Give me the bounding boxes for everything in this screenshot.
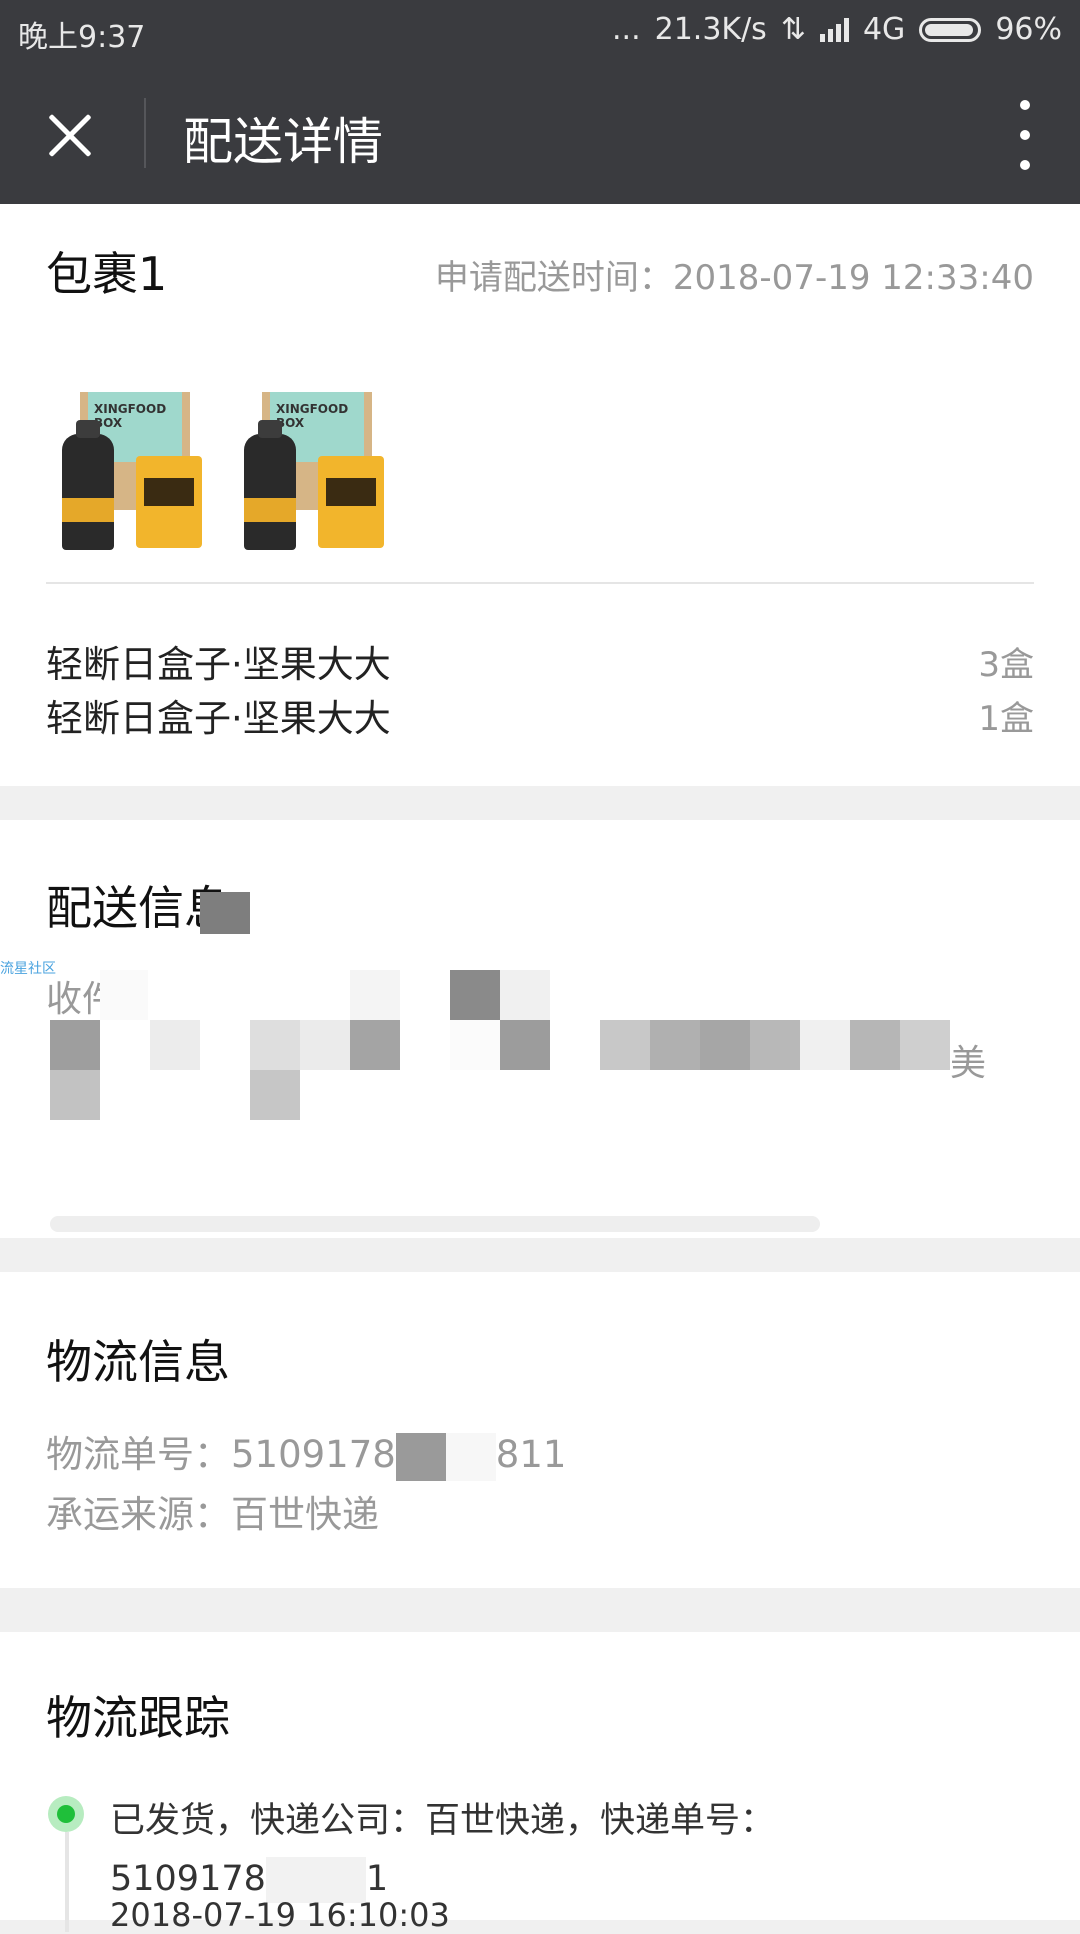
product-images: XINGFOOD BOX XINGFOOD BOX	[50, 344, 392, 550]
tracking-event: 已发货，快递公司：百世快递，快递单号： 5109178 1	[110, 1792, 1010, 1908]
title-divider	[144, 98, 146, 168]
list-item: 轻断日盒子·坚果大大 1盒	[46, 688, 1034, 742]
item-qty: 1盒	[978, 698, 1034, 739]
tracking-event-text: 已发货，快递公司：百世快递，快递单号：	[110, 1801, 776, 1841]
apply-time-label: 申请配送时间：	[434, 258, 673, 298]
tracking-card: 物流跟踪 已发货，快递公司：百世快递，快递单号： 5109178 1 2018-0…	[0, 1632, 1080, 1934]
list-item: 轻断日盒子·坚果大大 3盒	[46, 634, 1034, 688]
carrier-value: 百世快递	[231, 1493, 379, 1536]
apply-time-value: 2018-07-19 12:33:40	[672, 258, 1034, 298]
package-card: 包裹1 申请配送时间：2018-07-19 12:33:40 XINGFOOD …	[0, 204, 1080, 786]
signal-icon	[819, 17, 849, 42]
battery-level: 96%	[995, 12, 1062, 47]
product-image[interactable]: XINGFOOD BOX	[232, 344, 392, 550]
status-dots: ...	[612, 12, 641, 47]
carrier-label: 承运来源：	[46, 1493, 231, 1536]
section-title: 物流信息	[46, 1335, 230, 1389]
section-title: 物流跟踪	[46, 1691, 230, 1745]
receiver-text-tail: 美	[950, 1043, 987, 1084]
tracking-event-time: 2018-07-19 16:10:03	[110, 1896, 450, 1934]
event-number-suffix: 1	[365, 1859, 389, 1899]
data-transfer-icon: ⇅	[780, 12, 806, 47]
item-list: 轻断日盒子·坚果大大 3盒 轻断日盒子·坚果大大 1盒	[46, 634, 1034, 742]
status-dot-icon	[48, 1796, 84, 1832]
status-time: 晚上9:37	[18, 20, 146, 55]
tracking-number-prefix: 5109178	[231, 1433, 396, 1476]
tracking-number-label: 物流单号：	[46, 1433, 231, 1476]
tracking-number-row: 物流单号：5109178 811	[46, 1424, 566, 1481]
package-title: 包裹1	[46, 247, 168, 301]
product-image[interactable]: XINGFOOD BOX	[50, 344, 210, 550]
delivery-card: 配送信息 流星社区 收件 美	[0, 820, 1080, 1238]
redacted-block	[200, 892, 250, 934]
logistics-card: 物流信息 物流单号：5109178 811 承运来源：百世快递	[0, 1272, 1080, 1588]
close-icon[interactable]	[38, 100, 108, 170]
status-right: ... 21.3K/s ⇅ 4G 96%	[612, 12, 1062, 47]
network-type: 4G	[862, 12, 906, 47]
shadow-divider	[50, 1216, 820, 1232]
item-qty: 3盒	[978, 644, 1034, 685]
title-bar: 配送详情	[0, 62, 1080, 204]
network-speed: 21.3K/s	[654, 12, 767, 47]
product-box-label: XINGFOOD BOX	[94, 402, 167, 430]
item-name: 轻断日盒子·坚果大大	[46, 643, 391, 686]
event-number-prefix: 5109178	[110, 1859, 266, 1899]
divider	[46, 582, 1034, 584]
tracking-number-suffix: 811	[495, 1433, 567, 1476]
timeline-line	[65, 1832, 69, 1932]
more-vertical-icon[interactable]	[1010, 100, 1040, 170]
redacted-block	[395, 1432, 496, 1481]
item-name: 轻断日盒子·坚果大大	[46, 697, 391, 740]
product-box-label: XINGFOOD BOX	[276, 402, 349, 430]
page-title: 配送详情	[183, 113, 383, 171]
carrier-row: 承运来源：百世快递	[46, 1484, 379, 1538]
status-bar: 晚上9:37 ... 21.3K/s ⇅ 4G 96%	[0, 0, 1080, 62]
apply-time: 申请配送时间：2018-07-19 12:33:40	[435, 250, 1034, 299]
battery-icon	[919, 17, 982, 42]
